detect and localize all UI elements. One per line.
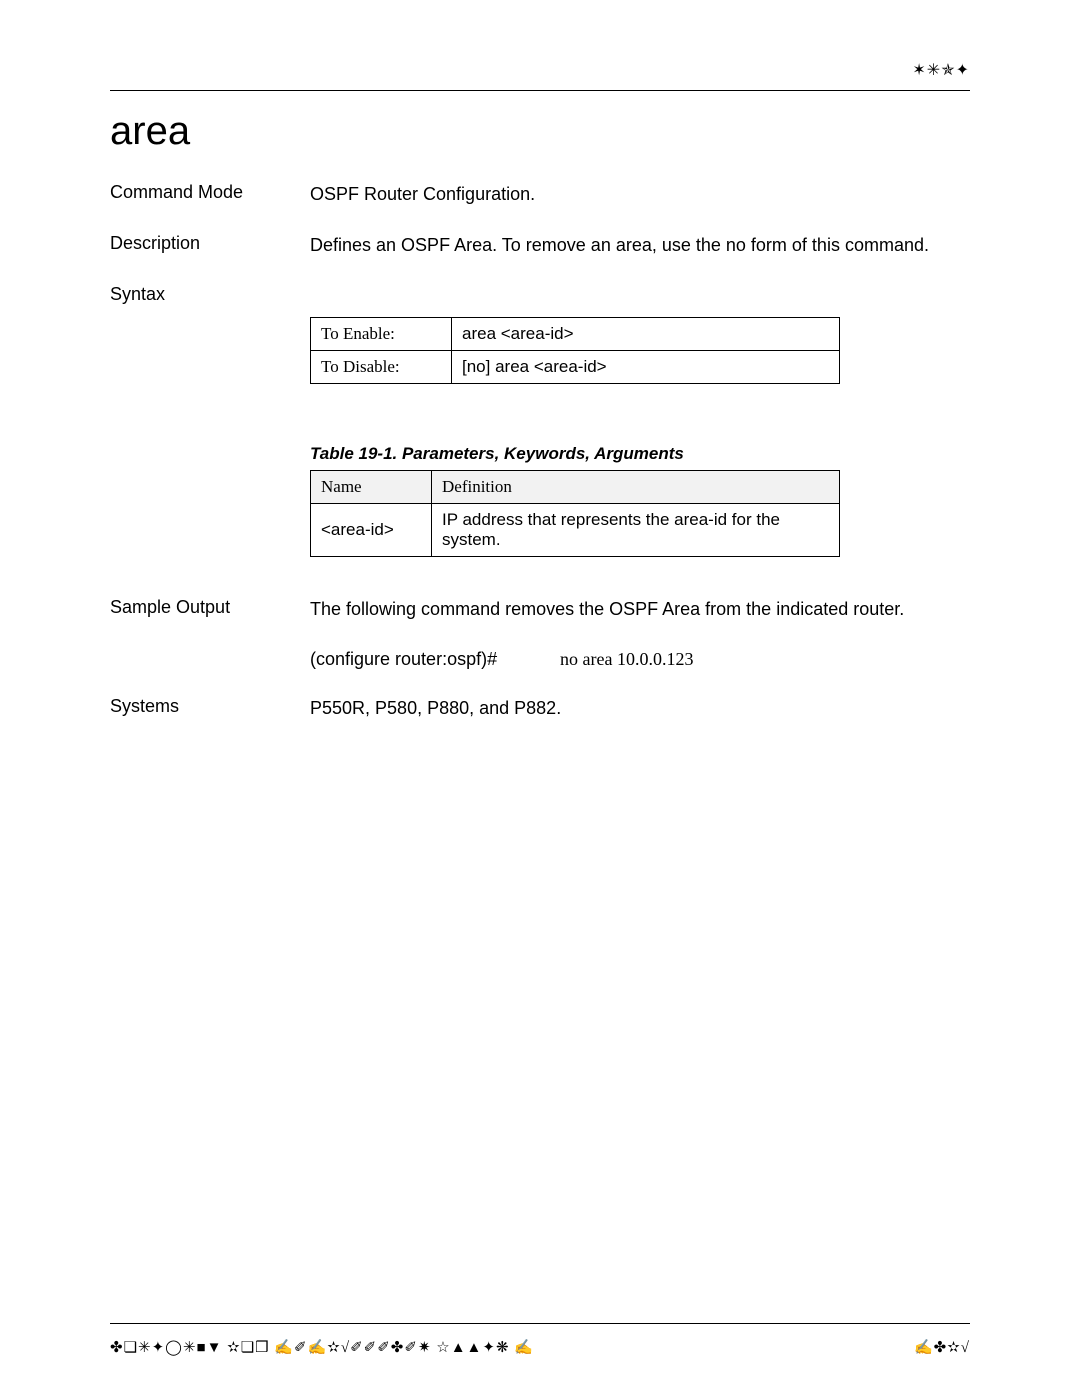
syntax-action: To Disable: — [311, 351, 452, 384]
header-right: ✶✳✯✦ — [110, 60, 970, 80]
sample-output-row: Sample Output The following command remo… — [110, 597, 970, 622]
footer-left: ✤❏✳✦◯✳■▼ ✫❏❒ ✍✐✍✫√✐✐✐✤✐✷ ☆▲▲✦❋ ✍ — [110, 1338, 534, 1357]
syntax-label: Syntax — [110, 284, 310, 305]
sample-prompt: (configure router:ospf)# — [310, 649, 560, 670]
command-mode-label: Command Mode — [110, 182, 310, 207]
table-row: To Enable: area <area-id> — [311, 318, 840, 351]
param-definition: IP address that represents the area-id f… — [432, 504, 840, 557]
description-row: Description Defines an OSPF Area. To rem… — [110, 233, 970, 258]
description-value: Defines an OSPF Area. To remove an area,… — [310, 233, 970, 258]
syntax-table: To Enable: area <area-id> To Disable: [n… — [310, 317, 840, 384]
table-header-row: Name Definition — [311, 471, 840, 504]
page-title: area — [110, 109, 970, 154]
footer-row: ✤❏✳✦◯✳■▼ ✫❏❒ ✍✐✍✫√✐✐✐✤✐✷ ☆▲▲✦❋ ✍ ✍✤✫√ — [110, 1338, 970, 1357]
header-rule — [110, 90, 970, 91]
footer-rule — [110, 1323, 970, 1324]
param-table: Name Definition <area-id> IP address tha… — [310, 470, 840, 557]
syntax-command: area <area-id> — [452, 318, 840, 351]
table-row: <area-id> IP address that represents the… — [311, 504, 840, 557]
systems-label: Systems — [110, 696, 310, 721]
syntax-row: Syntax — [110, 284, 970, 305]
footer: ✤❏✳✦◯✳■▼ ✫❏❒ ✍✐✍✫√✐✐✐✤✐✷ ☆▲▲✦❋ ✍ ✍✤✫√ — [110, 1323, 970, 1357]
param-table-caption: Table 19-1. Parameters, Keywords, Argume… — [310, 444, 970, 464]
syntax-action: To Enable: — [311, 318, 452, 351]
syntax-command: [no] area <area-id> — [452, 351, 840, 384]
description-label: Description — [110, 233, 310, 258]
param-header-name: Name — [311, 471, 432, 504]
table-row: To Disable: [no] area <area-id> — [311, 351, 840, 384]
sample-output-intro: The following command removes the OSPF A… — [310, 597, 970, 622]
systems-row: Systems P550R, P580, P880, and P882. — [110, 696, 970, 721]
page: ✶✳✯✦ area Command Mode OSPF Router Confi… — [0, 0, 1080, 1397]
param-name: <area-id> — [311, 504, 432, 557]
sample-output-line: (configure router:ospf)# no area 10.0.0.… — [310, 649, 970, 670]
footer-right: ✍✤✫√ — [914, 1338, 970, 1357]
param-header-definition: Definition — [432, 471, 840, 504]
systems-value: P550R, P580, P880, and P882. — [310, 696, 970, 721]
command-mode-row: Command Mode OSPF Router Configuration. — [110, 182, 970, 207]
sample-command: no area 10.0.0.123 — [560, 649, 693, 670]
command-mode-value: OSPF Router Configuration. — [310, 182, 970, 207]
sample-output-label: Sample Output — [110, 597, 310, 622]
